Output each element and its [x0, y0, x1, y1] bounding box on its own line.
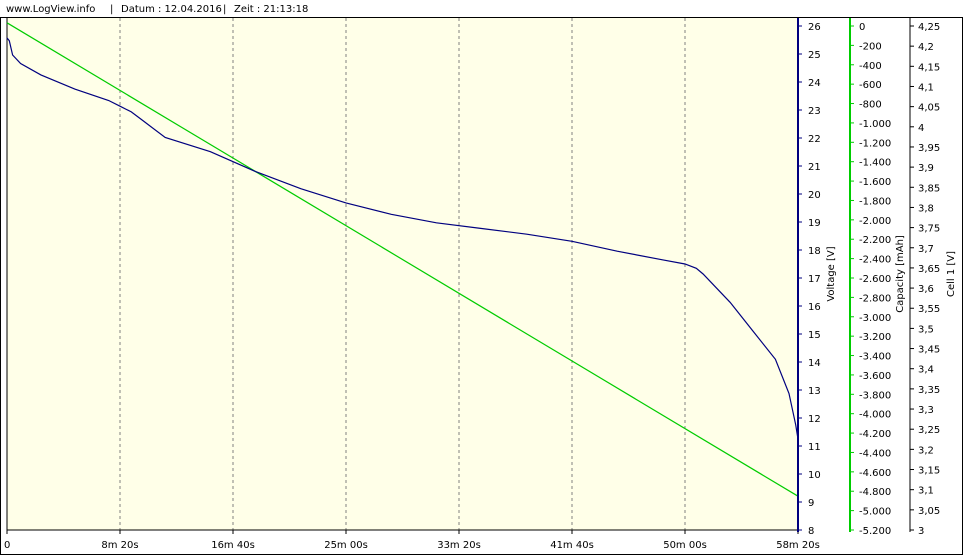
axis-tick-label: 4,1	[918, 82, 934, 93]
axis-tick-label: 4,2	[918, 42, 934, 53]
capacity-axis-label: Capacity [mAh]	[895, 235, 906, 313]
axis-tick-label: 3	[918, 526, 924, 537]
axis-tick-label: 9	[808, 498, 814, 509]
axis-tick-label: 4,25	[918, 22, 940, 33]
axis-tick-label: -4.200	[859, 429, 891, 440]
axis-tick-label: -5.000	[859, 507, 891, 518]
axis-tick-label: 4,05	[918, 103, 940, 114]
x-tick-label: 50m 00s	[663, 540, 707, 551]
x-tick-label: 16m 40s	[211, 540, 255, 551]
axis-tick-label: -2.200	[859, 235, 891, 246]
axis-tick-label: 3,8	[918, 203, 934, 214]
axis-tick-label: -600	[859, 80, 882, 91]
axis-tick-label: -3.600	[859, 371, 891, 382]
axis-tick-label: 3,9	[918, 163, 934, 174]
x-tick-label: 41m 40s	[550, 540, 594, 551]
axis-tick-label: 3,7	[918, 244, 934, 255]
axis-tick-label: 3,65	[918, 264, 940, 275]
site-url: www.LogView.info	[6, 4, 95, 15]
axis-tick-label: 3,35	[918, 385, 940, 396]
axis-tick-label: -4.400	[859, 448, 891, 459]
header-time: Zeit : 21:13:18	[234, 4, 308, 15]
voltage-axis: 26 25 24 23 22 21 20 19 18 17 16 15 14 13 12 11 10 9 8	[797, 18, 821, 537]
axis-tick-label: 0	[859, 22, 865, 33]
axis-tick-label: 3,6	[918, 284, 934, 295]
cell-axis-label: Cell 1 [V]	[946, 251, 957, 297]
axis-tick-label: 18	[808, 246, 821, 257]
axis-tick-label: -2.400	[859, 255, 891, 266]
axis-tick-label: -3.000	[859, 313, 891, 324]
header-separator: |	[223, 4, 226, 15]
x-tick-label: 33m 20s	[437, 540, 481, 551]
x-axis-ticks: 0 8m 20s 16m 40s 25m 00s 33m 20s 41m 40s 50m 0…	[4, 530, 820, 551]
header-date: Datum : 12.04.2016	[121, 4, 222, 15]
voltage-axis-label: Voltage [V]	[826, 246, 837, 301]
axis-tick-label: 3,25	[918, 425, 940, 436]
axis-tick-label: -1.600	[859, 177, 891, 188]
axis-tick-label: -800	[859, 100, 882, 111]
header-separator: |	[110, 4, 113, 15]
axis-tick-label: 10	[808, 470, 821, 481]
axis-tick-label: 3,45	[918, 345, 940, 356]
axis-tick-label: -3.800	[859, 390, 891, 401]
axis-tick-label: 3,4	[918, 365, 934, 376]
axis-tick-label: 16	[808, 302, 821, 313]
x-tick-label: 8m 20s	[101, 540, 138, 551]
axis-tick-label: -400	[859, 61, 882, 72]
x-tick-label: 58m 20s	[776, 540, 820, 551]
axis-tick-label: 3,75	[918, 224, 940, 235]
axis-tick-label: 21	[808, 162, 821, 173]
chart: www.LogView.info | Datum : 12.04.2016 | …	[0, 4, 963, 555]
axis-tick-label: -1.800	[859, 196, 891, 207]
axis-tick-label: 23	[808, 106, 821, 117]
axis-tick-label: 3,95	[918, 143, 940, 154]
axis-tick-label: -5.200	[859, 526, 891, 537]
axis-tick-label: -1.200	[859, 138, 891, 149]
axis-tick-label: -1.000	[859, 119, 891, 130]
axis-tick-label: 17	[808, 274, 821, 285]
axis-tick-label: 4,15	[918, 62, 940, 73]
axis-tick-label: 3,55	[918, 304, 940, 315]
capacity-axis: 0 -200 -400 -600 -800 -1.000 -1.200 -1.400 -1.60…	[849, 18, 891, 537]
axis-tick-label: 3,3	[918, 405, 934, 416]
axis-tick-label: -4.600	[859, 468, 891, 479]
axis-tick-label: -4.800	[859, 487, 891, 498]
axis-tick-label: 3,85	[918, 183, 940, 194]
axis-tick-label: 22	[808, 134, 821, 145]
axis-tick-label: -200	[859, 41, 882, 52]
axis-tick-label: 12	[808, 414, 821, 425]
x-tick-label: 0	[4, 540, 10, 551]
axis-tick-label: 4	[918, 123, 924, 134]
axis-tick-label: -4.000	[859, 410, 891, 421]
axis-tick-label: 3,1	[918, 486, 934, 497]
axis-tick-label: -2.000	[859, 216, 891, 227]
axis-tick-label: 14	[808, 358, 821, 369]
axis-tick-label: 11	[808, 442, 821, 453]
axis-tick-label: 8	[808, 526, 814, 537]
cell-axis: 4,25 4,2 4,15 4,1 4,05 4 3,95 3,9 3,85 3,8 3,75 3,7…	[909, 18, 940, 537]
axis-tick-label: -3.400	[859, 352, 891, 363]
plot-area	[7, 18, 798, 530]
axis-tick-label: -2.600	[859, 274, 891, 285]
x-tick-label: 25m 00s	[324, 540, 368, 551]
axis-tick-label: 3,15	[918, 466, 940, 477]
axis-tick-label: -3.200	[859, 332, 891, 343]
axis-tick-label: -2.800	[859, 293, 891, 304]
axis-tick-label: 25	[808, 50, 821, 61]
axis-tick-label: 19	[808, 218, 821, 229]
axis-tick-label: 3,05	[918, 506, 940, 517]
axis-tick-label: 13	[808, 386, 821, 397]
axis-tick-label: 24	[808, 78, 821, 89]
axis-tick-label: 26	[808, 22, 821, 33]
axis-tick-label: 15	[808, 330, 821, 341]
axis-tick-label: 3,5	[918, 324, 934, 335]
axis-tick-label: 3,2	[918, 445, 934, 456]
axis-tick-label: -1.400	[859, 158, 891, 169]
axis-tick-label: 20	[808, 190, 821, 201]
